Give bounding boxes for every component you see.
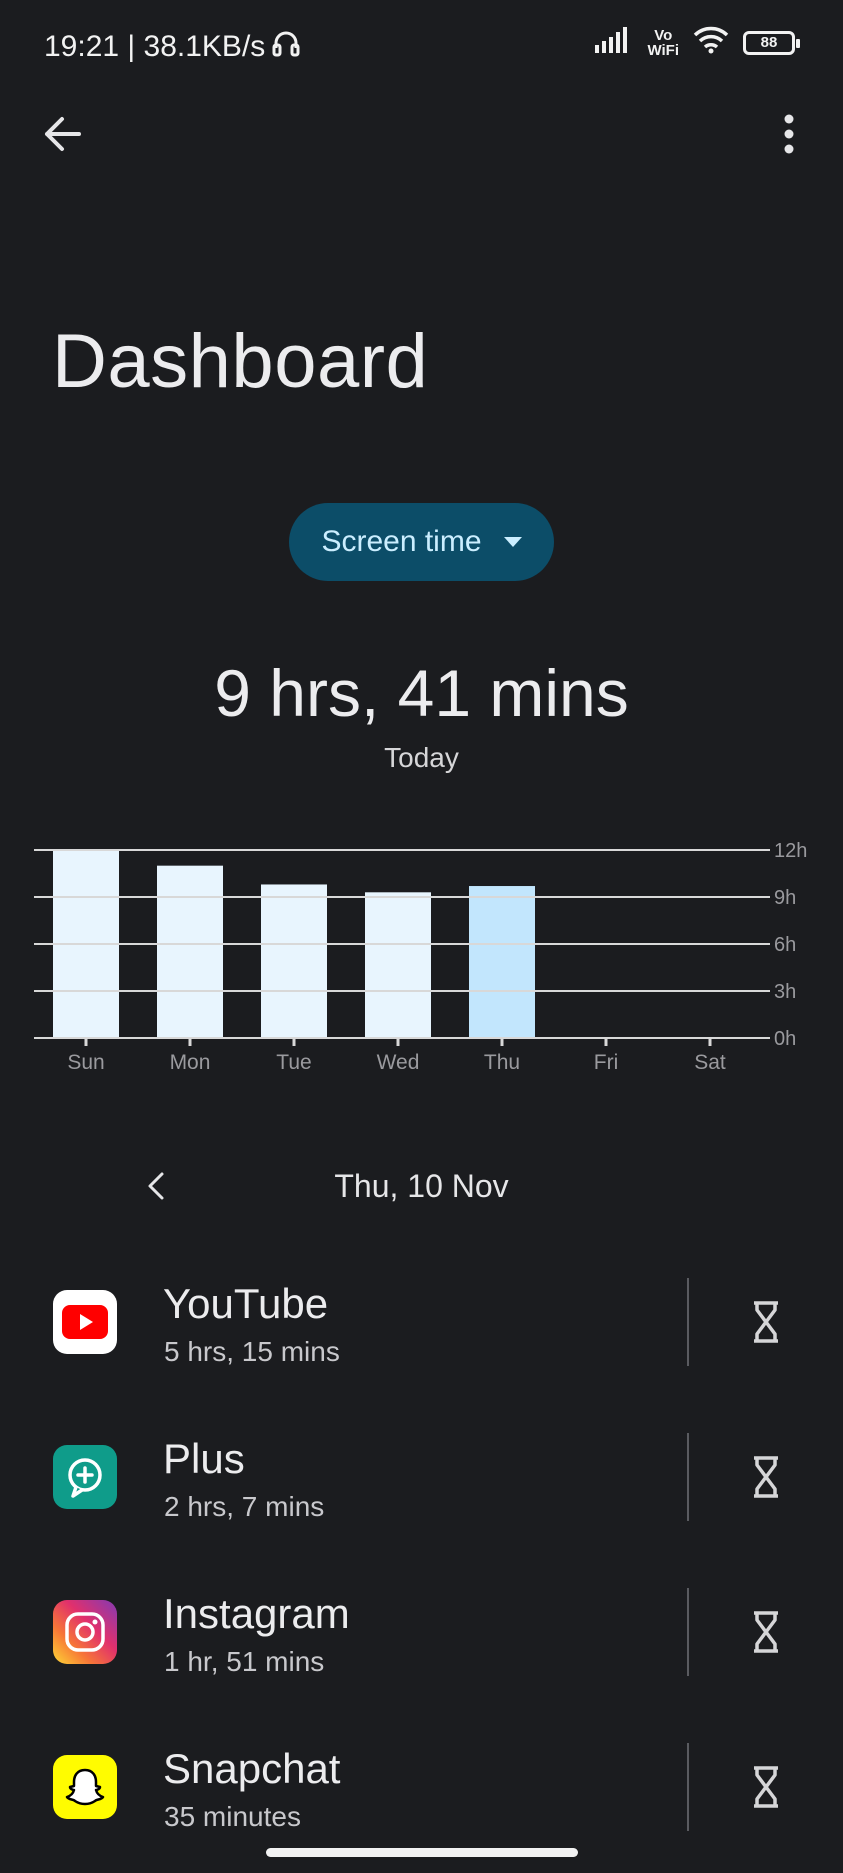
dropdown-arrow-icon xyxy=(503,537,522,547)
hourglass-icon xyxy=(754,1766,778,1808)
app-timer-button[interactable] xyxy=(740,1759,792,1815)
status-left: 19:21 | 38.1KB/s xyxy=(44,28,301,66)
vowifi-top: Vo xyxy=(654,26,673,44)
divider xyxy=(687,1743,689,1831)
app-name: Instagram xyxy=(163,1590,350,1637)
y-tick-label: 12h xyxy=(774,840,807,862)
app-timer-button[interactable] xyxy=(740,1449,792,1505)
weekly-usage-chart: 0h 3h 6h 9h 12h Sun Mon Tue Wed Thu Fri Sat xyxy=(34,840,807,1074)
battery-level: 88 xyxy=(760,34,778,51)
app-usage-time: 1 hr, 51 mins xyxy=(164,1646,325,1677)
snapchat-icon xyxy=(53,1755,117,1819)
instagram-icon xyxy=(53,1600,117,1664)
chart-bar-tue[interactable] xyxy=(261,884,327,1038)
plus-messenger-icon xyxy=(53,1445,117,1509)
hourglass-icon xyxy=(754,1456,778,1498)
x-tick-label: Sun xyxy=(67,1051,104,1074)
x-tick-label: Mon xyxy=(170,1051,211,1074)
vowifi-indicator: Vo WiFi xyxy=(647,28,679,58)
y-tick-label: 3h xyxy=(774,981,796,1003)
more-options-button[interactable] xyxy=(763,108,815,160)
metric-selector-label: Screen time xyxy=(321,525,482,558)
y-tick-label: 6h xyxy=(774,934,796,956)
app-usage-time: 5 hrs, 15 mins xyxy=(164,1336,340,1367)
signal-icon xyxy=(595,27,633,58)
youtube-icon xyxy=(53,1290,117,1354)
app-timer-button[interactable] xyxy=(740,1294,792,1350)
app-name: Snapchat xyxy=(163,1745,341,1792)
back-button[interactable] xyxy=(36,108,88,160)
app-usage-list: YouTube 5 hrs, 15 mins Plus 2 hrs, 7 min… xyxy=(0,1270,843,1873)
total-caption: Today xyxy=(384,742,459,773)
app-row-instagram[interactable]: Instagram 1 hr, 51 mins xyxy=(0,1580,843,1735)
vowifi-bottom: WiFi xyxy=(647,41,679,59)
x-tick-label: Thu xyxy=(484,1051,520,1074)
app-row-plus[interactable]: Plus 2 hrs, 7 mins xyxy=(0,1425,843,1580)
status-right: Vo WiFi 88 xyxy=(595,26,800,59)
home-indicator[interactable] xyxy=(266,1848,578,1857)
app-usage-time: 35 minutes xyxy=(164,1801,301,1832)
more-vert-icon xyxy=(784,114,794,154)
status-bar: 19:21 | 38.1KB/s Vo WiFi 88 xyxy=(0,0,843,90)
battery-indicator: 88 xyxy=(743,30,800,55)
y-tick-label: 9h xyxy=(774,887,796,909)
page-title: Dashboard xyxy=(52,319,429,404)
app-timer-button[interactable] xyxy=(740,1604,792,1660)
x-tick-label: Wed xyxy=(377,1051,420,1074)
selected-date: Thu, 10 Nov xyxy=(334,1168,509,1204)
chart-bar-mon[interactable] xyxy=(157,865,223,1038)
divider xyxy=(687,1433,689,1521)
app-row-youtube[interactable]: YouTube 5 hrs, 15 mins xyxy=(0,1270,843,1425)
total-screen-time: 9 hrs, 41 mins xyxy=(214,656,629,730)
chart-bar-wed[interactable] xyxy=(365,892,431,1038)
app-name: YouTube xyxy=(163,1280,329,1327)
hourglass-icon xyxy=(754,1301,778,1343)
x-tick-label: Tue xyxy=(276,1051,311,1074)
metric-selector-dropdown[interactable]: Screen time xyxy=(289,503,554,581)
y-tick-label: 0h xyxy=(774,1028,796,1050)
headphones-icon xyxy=(271,28,301,66)
x-tick-label: Fri xyxy=(594,1051,619,1074)
divider xyxy=(687,1588,689,1676)
hourglass-icon xyxy=(754,1611,778,1653)
divider xyxy=(687,1278,689,1366)
clock-and-speed: 19:21 | 38.1KB/s xyxy=(44,30,266,63)
arrow-back-icon xyxy=(45,117,81,151)
app-name: Plus xyxy=(163,1435,245,1482)
chart-bar-thu[interactable] xyxy=(469,886,535,1038)
x-tick-label: Sat xyxy=(694,1051,726,1074)
wifi-icon xyxy=(693,26,729,59)
app-usage-time: 2 hrs, 7 mins xyxy=(164,1491,325,1522)
